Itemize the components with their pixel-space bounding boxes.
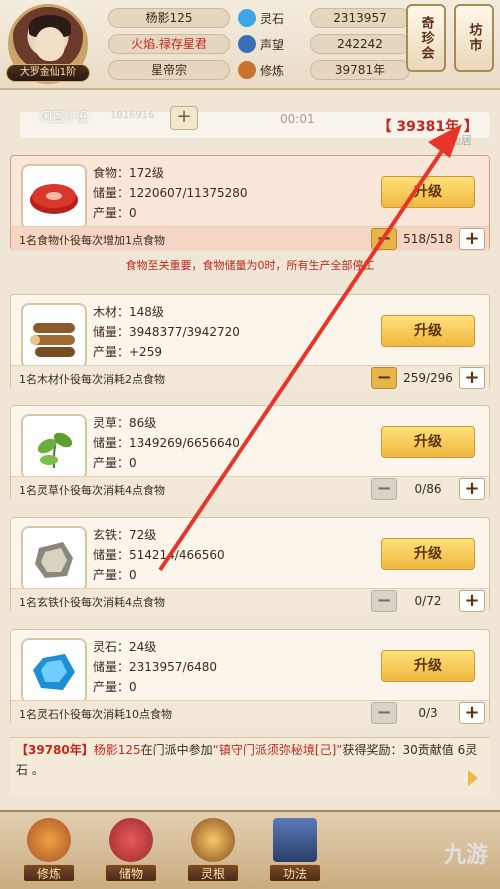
header: 大罗金仙1阶 杨影125 火焰.禄存星君 星帝宗 灵石 2313957 声望 2…	[0, 0, 500, 90]
resource-card-food: 食物：172级 储量：1220607/11375280 产量：0 升级 1名食物…	[10, 155, 490, 251]
card-footer: 1名木材仆役每次消耗2点食物 − 259/296 +	[11, 365, 489, 390]
card-output: 产量：0	[93, 568, 137, 582]
resource-spirit-stone: 灵石 2313957	[238, 8, 410, 28]
increase-servant-button[interactable]: +	[459, 228, 485, 250]
log-event: “镇守门派须弥秘境[己]”	[212, 743, 343, 757]
card-output: 产量：0	[93, 206, 137, 220]
upgrade-button[interactable]: 升级	[381, 650, 475, 682]
resource-card-iron: 玄铁：72级 储量：514214/466560 产量：0 升级 1名玄铁仆役每次…	[10, 517, 490, 613]
rank-badge: 大罗金仙1阶	[6, 64, 90, 82]
log-year: 【39780年】	[16, 743, 94, 757]
nav-storage[interactable]: 储物	[96, 818, 166, 888]
decrease-servant-button[interactable]: −	[371, 702, 397, 724]
nav-spirit-root[interactable]: 灵根	[178, 818, 248, 888]
servant-rule-text: 1名玄铁仆役每次消耗4点食物	[19, 596, 165, 609]
increase-servant-button[interactable]: +	[459, 478, 485, 500]
treasure-fair-button[interactable]: 奇珍会	[406, 4, 446, 72]
food-warning: 食物至关重要，食物储量为0时，所有生产全部停工	[125, 259, 375, 272]
upgrade-button[interactable]: 升级	[381, 538, 475, 570]
idle-servants-label: 闲置仆役	[40, 110, 89, 124]
increase-servant-button[interactable]: +	[459, 590, 485, 612]
resource-card-spirit-stone: 灵石：24级 储量：2313957/6480 产量：0 升级 1名灵石仆役每次消…	[10, 629, 490, 725]
card-footer: 1名食物仆役每次增加1点食物 − 518/518 +	[11, 226, 489, 251]
card-storage: 储量：3948377/3942720	[93, 325, 240, 339]
upgrade-button[interactable]: 升级	[381, 315, 475, 347]
card-level: 木材：148级	[93, 305, 164, 319]
spirit-root-icon	[191, 818, 235, 862]
servant-rule-text: 1名木材仆役每次消耗2点食物	[19, 373, 165, 386]
card-storage: 储量：1349269/6656640	[93, 436, 240, 450]
idle-servants-count: 1816916	[110, 110, 155, 121]
cultivation-icon	[238, 61, 256, 79]
card-level: 玄铁：72级	[93, 528, 157, 542]
year-display: 【 39381年 】	[20, 112, 490, 138]
player-title: 火焰.禄存星君	[108, 34, 230, 54]
nav-label: 功法	[269, 864, 321, 882]
card-storage: 储量：2313957/6480	[93, 660, 218, 674]
servant-count: 259/296	[403, 371, 453, 385]
nav-label: 灵根	[187, 864, 239, 882]
card-output: 产量：+259	[93, 345, 162, 359]
upgrade-button[interactable]: 升级	[381, 426, 475, 458]
avatar-face	[35, 27, 65, 61]
servant-rule-text: 1名灵石仆役每次消耗10点食物	[19, 708, 172, 721]
herb-icon	[21, 414, 87, 480]
technique-book-icon	[273, 818, 317, 862]
decrease-servant-button[interactable]: −	[371, 228, 397, 250]
servant-count: 0/72	[414, 594, 442, 608]
nav-label: 储物	[105, 864, 157, 882]
prestige-icon	[238, 35, 256, 53]
storage-bag-icon	[109, 818, 153, 862]
player-name: 杨影125	[108, 8, 230, 28]
bottom-nav: 修炼 储物 灵根 功法 九游	[0, 810, 500, 889]
upgrade-button[interactable]: 升级	[381, 176, 475, 208]
nav-label: 修炼	[23, 864, 75, 882]
shrine-label: 仙居	[450, 134, 472, 147]
log-text: 在门派中参加	[140, 743, 213, 757]
servant-rule-text: 1名食物仆役每次增加1点食物	[19, 234, 165, 247]
card-output: 产量：0	[93, 680, 137, 694]
spirit-stone-icon	[238, 9, 256, 27]
servant-count: 0/86	[414, 482, 442, 496]
servant-bar: 【 39381年 】 闲置仆役 1816916 + 00:01 仙居	[10, 100, 490, 150]
decrease-servant-button[interactable]: −	[371, 478, 397, 500]
wood-icon	[21, 303, 87, 369]
cultivation-nav-icon	[27, 818, 71, 862]
iron-icon	[21, 526, 87, 592]
timer: 00:01	[280, 112, 315, 126]
resource-prestige: 声望 242242	[238, 34, 410, 54]
card-level: 灵草：86级	[93, 416, 157, 430]
resource-card-wood: 木材：148级 储量：3948377/3942720 产量：+259 升级 1名…	[10, 294, 490, 390]
card-footer: 1名灵草仆役每次消耗4点食物 − 0/86 +	[11, 476, 489, 501]
card-footer: 1名灵石仆役每次消耗10点食物 − 0/3 +	[11, 700, 489, 725]
watermark: 九游	[443, 843, 488, 868]
increase-servant-button[interactable]: +	[459, 367, 485, 389]
card-footer: 1名玄铁仆役每次消耗4点食物 − 0/72 +	[11, 588, 489, 613]
resource-card-herb: 灵草：86级 储量：1349269/6656640 产量：0 升级 1名灵草仆役…	[10, 405, 490, 501]
servant-count: 518/518	[403, 232, 453, 246]
decrease-servant-button[interactable]: −	[371, 590, 397, 612]
crystal-icon	[21, 638, 87, 704]
nav-technique[interactable]: 功法	[260, 818, 330, 888]
card-level: 食物：172级	[93, 166, 164, 180]
add-servant-button[interactable]: +	[170, 106, 198, 130]
log-player-name: 杨影125	[93, 743, 141, 757]
servant-count: 0/3	[418, 706, 438, 720]
market-button[interactable]: 坊市	[454, 4, 494, 72]
servant-rule-text: 1名灵草仆役每次消耗4点食物	[19, 484, 165, 497]
resource-cultivation: 修炼 39781年	[238, 60, 410, 80]
card-level: 灵石：24级	[93, 640, 157, 654]
meat-icon	[21, 164, 87, 230]
decrease-servant-button[interactable]: −	[371, 367, 397, 389]
nav-cultivation[interactable]: 修炼	[14, 818, 84, 888]
sect-name: 星帝宗	[108, 60, 230, 80]
card-storage: 储量：1220607/11375280	[93, 186, 248, 200]
event-log: 【39780年】杨影125在门派中参加“镇守门派须弥秘境[己]”获得奖励：30贡…	[10, 737, 490, 797]
card-storage: 储量：514214/466560	[93, 548, 225, 562]
log-next-arrow-icon[interactable]	[468, 770, 484, 786]
card-output: 产量：0	[93, 456, 137, 470]
increase-servant-button[interactable]: +	[459, 702, 485, 724]
